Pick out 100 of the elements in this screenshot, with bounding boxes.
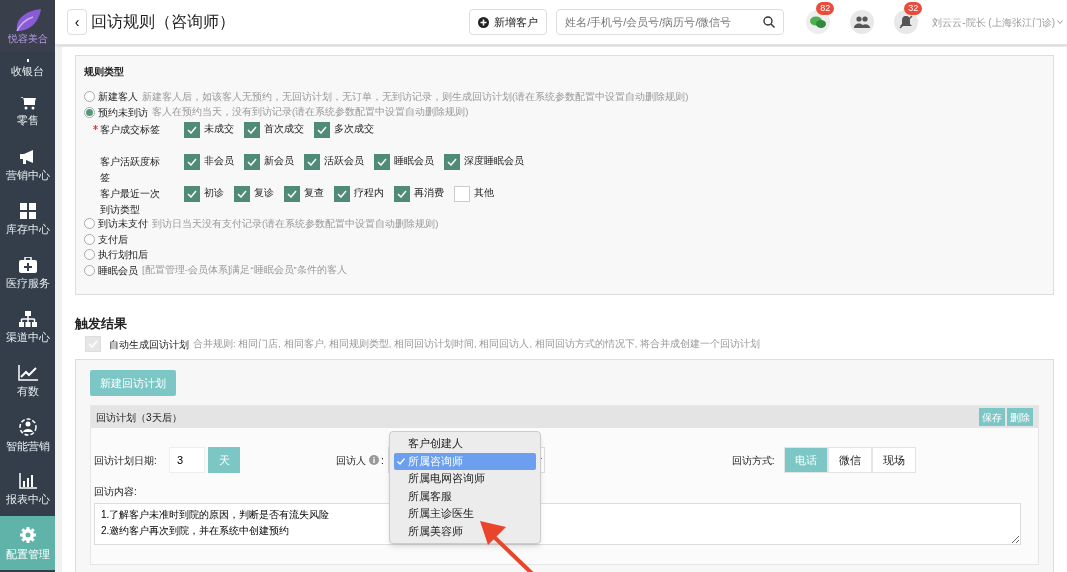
sidebar-item[interactable]: 渠道中心: [0, 300, 55, 354]
hierarchy-icon: [18, 311, 37, 327]
checkbox[interactable]: [374, 154, 390, 170]
field-label: 客户活跃度标签: [100, 155, 161, 184]
field-label: 回访计划日期:: [94, 453, 158, 468]
check-icon: [187, 158, 197, 166]
checkbox-label: 复查: [304, 186, 324, 200]
checkbox-label: 复诊: [254, 186, 274, 200]
checkbox-label: 初诊: [204, 186, 224, 200]
check-icon: [397, 190, 407, 198]
app-logo[interactable]: 悦容美合: [0, 0, 55, 52]
search-field[interactable]: 姓名/手机号/会员号/病历号/微信号: [556, 9, 785, 35]
radio-button[interactable]: [84, 106, 95, 118]
radio-label: 新建客人: [98, 90, 138, 105]
sidebar-item[interactable]: 有数: [0, 354, 55, 408]
radio-label: 到访未支付: [98, 217, 148, 232]
plus-circle-icon: [478, 16, 490, 28]
sidebar-item[interactable]: 报表中心: [0, 462, 55, 516]
checkbox-label: 未成交: [204, 122, 234, 136]
dropdown-option[interactable]: 所属美容师: [394, 522, 536, 541]
checkbox[interactable]: [314, 122, 330, 138]
check-icon: [247, 126, 257, 134]
dropdown-option[interactable]: 所属电网咨询师: [394, 470, 536, 488]
checkbox-label: 自动生成回访计划: [109, 337, 189, 352]
sidebar-item[interactable]: 库存中心: [0, 192, 55, 246]
search-icon: [763, 16, 776, 28]
method-tab[interactable]: 现场: [871, 447, 916, 474]
plan-title: 回访计划（3天后）: [96, 410, 182, 425]
info-icon: [369, 455, 379, 466]
radio-label: 睡眠会员: [98, 263, 138, 278]
cart-icon: [19, 96, 36, 110]
check-icon: [337, 190, 347, 198]
radio-label: 支付后: [98, 232, 128, 247]
section-heading: 触发结果: [75, 315, 128, 333]
gear-icon: [18, 526, 37, 544]
section-title: 规则类型: [84, 65, 125, 79]
line-chart-icon: [17, 365, 38, 381]
radio-label: 预约未到访: [98, 105, 148, 120]
checkbox-label: 首次成交: [264, 122, 304, 136]
field-label: 回访方式:: [731, 453, 776, 468]
bell-muted-icon[interactable]: [899, 15, 914, 29]
radio-button[interactable]: [84, 91, 95, 103]
notification-badge: 32: [904, 2, 923, 15]
checkbox-label: 深度睡眠会员: [464, 154, 524, 168]
sidebar-item[interactable]: 收银台: [0, 56, 55, 84]
check-icon: [247, 158, 257, 166]
field-label: 客户最近一次到访类型: [100, 187, 161, 216]
back-button[interactable]: ‹: [67, 9, 87, 35]
radio-button[interactable]: [84, 218, 95, 230]
grid-icon: [19, 203, 36, 219]
checkbox[interactable]: [394, 186, 410, 202]
hint-text: [配置管理-会员体系]满足“睡眠会员”条件的客人: [142, 263, 347, 278]
caret-down-icon[interactable]: [1057, 20, 1063, 24]
checkbox[interactable]: [304, 154, 320, 170]
checkbox[interactable]: [184, 186, 200, 202]
checkbox[interactable]: [184, 122, 200, 138]
sidebar-item[interactable]: 零售: [0, 84, 55, 138]
checkbox-label: 非会员: [204, 154, 234, 168]
checkbox[interactable]: [284, 186, 300, 202]
sidebar-item[interactable]: 营销中心: [0, 138, 55, 192]
method-tab[interactable]: 微信: [827, 447, 872, 474]
radio-button[interactable]: [84, 249, 95, 261]
checkbox[interactable]: [334, 186, 350, 202]
check-icon: [447, 158, 457, 166]
sidebar-item[interactable]: 医疗服务: [0, 246, 55, 300]
radio-label: 执行划扣后: [98, 248, 148, 263]
people-circle-icon: [18, 418, 37, 436]
notification-badge: 82: [816, 2, 835, 15]
hint-text: 客人在预约当天，没有到访记录(请在系统参数配置中设置自动删除规则): [152, 105, 469, 120]
colon: :: [381, 453, 384, 468]
checkbox[interactable]: [454, 186, 470, 202]
medical-kit-icon: [18, 257, 37, 273]
field-label: 回访人: [336, 453, 366, 468]
checkbox-label: 再消费: [414, 186, 444, 200]
checkbox[interactable]: [244, 154, 260, 170]
radio-button[interactable]: [84, 264, 95, 276]
dropdown-option[interactable]: 所属客服: [394, 487, 536, 506]
checkbox[interactable]: [234, 186, 250, 202]
checkbox-label: 活跃会员: [324, 154, 364, 168]
sidebar-item[interactable]: 智能营销: [0, 408, 55, 462]
radio-button[interactable]: [84, 233, 95, 245]
checkbox[interactable]: [184, 154, 200, 170]
checkbox-label: 多次成交: [334, 122, 374, 136]
check-icon: [397, 458, 405, 465]
page-title: 回访规则（咨询师）: [91, 12, 235, 32]
chat-icon[interactable]: [810, 15, 827, 29]
check-icon: [317, 126, 327, 134]
new-customer-button[interactable]: 新增客户: [469, 9, 548, 35]
checkbox-label: 睡眠会员: [394, 154, 434, 168]
checkbox-label: 其他: [474, 186, 494, 200]
checkbox[interactable]: [244, 122, 260, 138]
days-input[interactable]: 3: [169, 447, 205, 474]
dropdown-option[interactable]: 客户创建人: [394, 435, 536, 453]
dropdown-option[interactable]: 所属主诊医生: [394, 505, 536, 523]
hint-text: 新建客人后，如该客人无预约，无回访计划，无订单，无到访记录，则生成回访计划(请在系统参数配置中设置自动删除规则): [142, 89, 689, 104]
icon-fragment: [26, 59, 29, 62]
check-icon: [307, 158, 317, 166]
people-icon[interactable]: [854, 16, 871, 28]
checkbox-label: 疗程内: [354, 186, 384, 200]
checkbox[interactable]: [444, 154, 460, 170]
